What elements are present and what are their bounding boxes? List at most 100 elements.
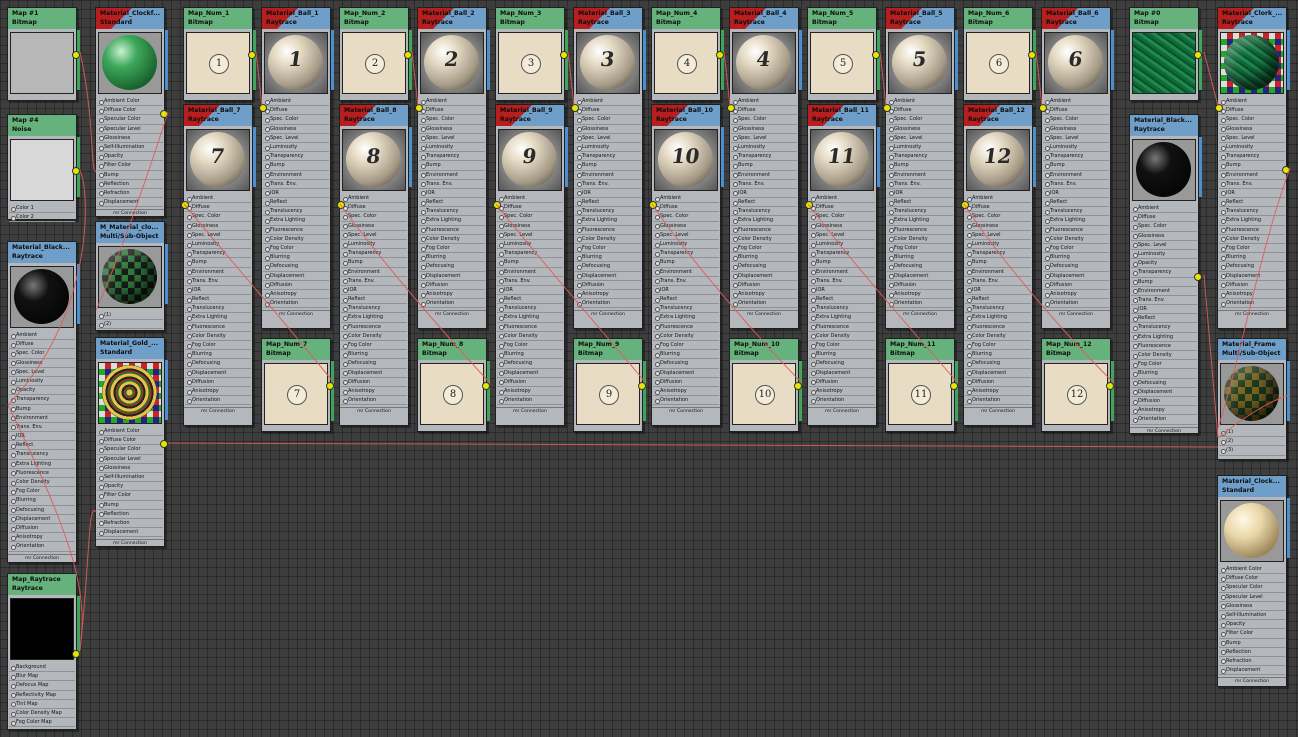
- input-slot[interactable]: Defocusing: [9, 506, 75, 515]
- input-slot[interactable]: Fluorescence: [419, 226, 485, 235]
- input-slot[interactable]: Blurring: [809, 350, 875, 360]
- input-slot[interactable]: Transparency: [965, 249, 1031, 259]
- input-slot[interactable]: IOR: [1043, 189, 1109, 199]
- input-slot[interactable]: Diffusion: [9, 524, 75, 534]
- input-slot[interactable]: Reflect: [185, 295, 251, 305]
- output-socket[interactable]: [1194, 51, 1202, 59]
- mr-connection[interactable]: mr Connection: [96, 209, 164, 217]
- input-slot[interactable]: Spec. Level: [185, 231, 251, 240]
- input-slot[interactable]: Diffusion: [1043, 281, 1109, 290]
- input-slot[interactable]: Defocusing: [887, 262, 953, 272]
- input-slot[interactable]: Self-Illumination: [97, 473, 163, 483]
- input-slot[interactable]: Bump: [1219, 161, 1285, 171]
- input-slot[interactable]: Bump: [185, 258, 251, 268]
- input-slot[interactable]: Orientation: [497, 396, 563, 406]
- mr-connection[interactable]: mr Connection: [808, 407, 876, 415]
- input-slot[interactable]: Spec. Level: [263, 134, 329, 143]
- input-slot[interactable]: Displacement: [263, 272, 329, 281]
- input-slot[interactable]: Fog Color: [809, 341, 875, 351]
- input-slot[interactable]: Transparency: [341, 249, 407, 259]
- input-slot[interactable]: Refraction: [1219, 657, 1285, 667]
- diffuse-input-socket[interactable]: [883, 104, 891, 112]
- input-slot[interactable]: Glossiness: [185, 222, 251, 231]
- input-slot[interactable]: Bump: [9, 405, 75, 414]
- input-slot[interactable]: Luminosity: [1043, 143, 1109, 153]
- input-slot[interactable]: Glossiness: [97, 134, 163, 143]
- input-slot[interactable]: Trans. Env.: [809, 277, 875, 286]
- input-slot[interactable]: Tint Map: [9, 700, 75, 709]
- input-slot[interactable]: Anisotropy: [185, 387, 251, 397]
- input-slot[interactable]: Displacement: [341, 369, 407, 378]
- input-slot[interactable]: Color 1: [9, 204, 75, 214]
- input-slot[interactable]: Bump: [497, 258, 563, 268]
- node-map-1[interactable]: Map #1 Bitmap: [7, 7, 80, 101]
- input-slot[interactable]: Displacement: [97, 528, 163, 538]
- input-slot[interactable]: Diffuse Color: [97, 436, 163, 446]
- diffuse-input-socket[interactable]: [259, 104, 267, 112]
- input-slot[interactable]: Extra Lighting: [653, 313, 719, 323]
- output-socket[interactable]: [160, 440, 168, 448]
- output-socket[interactable]: [560, 51, 568, 59]
- input-slot[interactable]: Displacement: [965, 369, 1031, 378]
- input-slot[interactable]: Environment: [185, 268, 251, 277]
- input-slot[interactable]: Orientation: [575, 299, 641, 309]
- input-slot[interactable]: IOR: [1219, 189, 1285, 199]
- input-slot[interactable]: IOR: [263, 189, 329, 199]
- input-slot[interactable]: IOR: [497, 286, 563, 296]
- diffuse-input-socket[interactable]: [1039, 104, 1047, 112]
- input-slot[interactable]: Extra Lighting: [185, 313, 251, 323]
- mr-connection[interactable]: mr Connection: [8, 553, 76, 562]
- input-slot[interactable]: Spec. Color: [1219, 115, 1285, 125]
- input-slot[interactable]: Environment: [263, 171, 329, 180]
- input-slot[interactable]: Glossiness: [965, 222, 1031, 231]
- input-slot[interactable]: Defocusing: [1043, 262, 1109, 272]
- input-slot[interactable]: Displacement: [9, 515, 75, 524]
- input-slot[interactable]: Extra Lighting: [887, 216, 953, 226]
- input-slot[interactable]: Diffuse: [497, 203, 563, 213]
- input-slot[interactable]: Luminosity: [653, 240, 719, 250]
- input-slot[interactable]: Fog Color: [1219, 244, 1285, 254]
- input-slot[interactable]: Color Density: [9, 478, 75, 488]
- diffuse-input-socket[interactable]: [805, 201, 813, 209]
- input-slot[interactable]: Environment: [809, 268, 875, 277]
- input-slot[interactable]: Reflect: [653, 295, 719, 305]
- node-material-ball-3[interactable]: Material_Ball_3 Raytrace 3 Ambient Diffuse…: [571, 7, 646, 329]
- input-slot[interactable]: Orientation: [965, 396, 1031, 406]
- input-slot[interactable]: Displacement: [185, 369, 251, 378]
- input-slot[interactable]: Bump: [341, 258, 407, 268]
- input-slot[interactable]: Diffuse: [263, 106, 329, 116]
- input-slot[interactable]: Reflectivity Map: [9, 691, 75, 700]
- input-slot[interactable]: Specular Level: [97, 125, 163, 134]
- input-slot[interactable]: Opacity: [97, 482, 163, 492]
- mr-connection[interactable]: mr Connection: [496, 407, 564, 415]
- input-slot[interactable]: IOR: [731, 189, 797, 199]
- input-slot[interactable]: Fog Color: [419, 244, 485, 254]
- input-slot[interactable]: Transparency: [497, 249, 563, 259]
- input-slot[interactable]: Diffusion: [731, 281, 797, 290]
- input-slot[interactable]: Defocusing: [341, 359, 407, 369]
- input-slot[interactable]: Bump: [731, 161, 797, 171]
- input-slot[interactable]: Diffuse: [341, 203, 407, 213]
- input-slot[interactable]: Diffuse Color: [1219, 574, 1285, 584]
- input-slot[interactable]: Environment: [575, 171, 641, 180]
- input-slot[interactable]: Specular Color: [1219, 583, 1285, 593]
- input-slot[interactable]: Fog Color: [575, 244, 641, 254]
- input-slot[interactable]: Luminosity: [263, 143, 329, 153]
- input-slot[interactable]: Defocusing: [809, 359, 875, 369]
- input-slot[interactable]: Spec. Color: [497, 212, 563, 222]
- input-slot[interactable]: Ambient: [575, 97, 641, 107]
- node-material-ball-7[interactable]: Material_Ball_7 Raytrace 7 Ambient Diffuse…: [181, 104, 256, 426]
- diffuse-input-socket[interactable]: [961, 201, 969, 209]
- node-material-clork[interactable]: Material_Clork_... Raytrace Ambient Diffus…: [1215, 7, 1290, 329]
- input-slot[interactable]: Diffusion: [185, 378, 251, 387]
- node-m-material-clo[interactable]: M_Material_clo... Multi/Sub-Object (1) (2): [95, 221, 168, 331]
- output-socket[interactable]: [72, 650, 80, 658]
- input-slot[interactable]: Anisotropy: [419, 290, 485, 300]
- input-slot[interactable]: Anisotropy: [497, 387, 563, 397]
- input-slot[interactable]: Glossiness: [1219, 602, 1285, 611]
- diffuse-input-socket[interactable]: [571, 104, 579, 112]
- input-slot[interactable]: (2): [97, 320, 163, 330]
- input-slot[interactable]: Spec. Level: [731, 134, 797, 143]
- input-slot[interactable]: Opacity: [97, 152, 163, 162]
- input-slot[interactable]: Displacement: [575, 272, 641, 281]
